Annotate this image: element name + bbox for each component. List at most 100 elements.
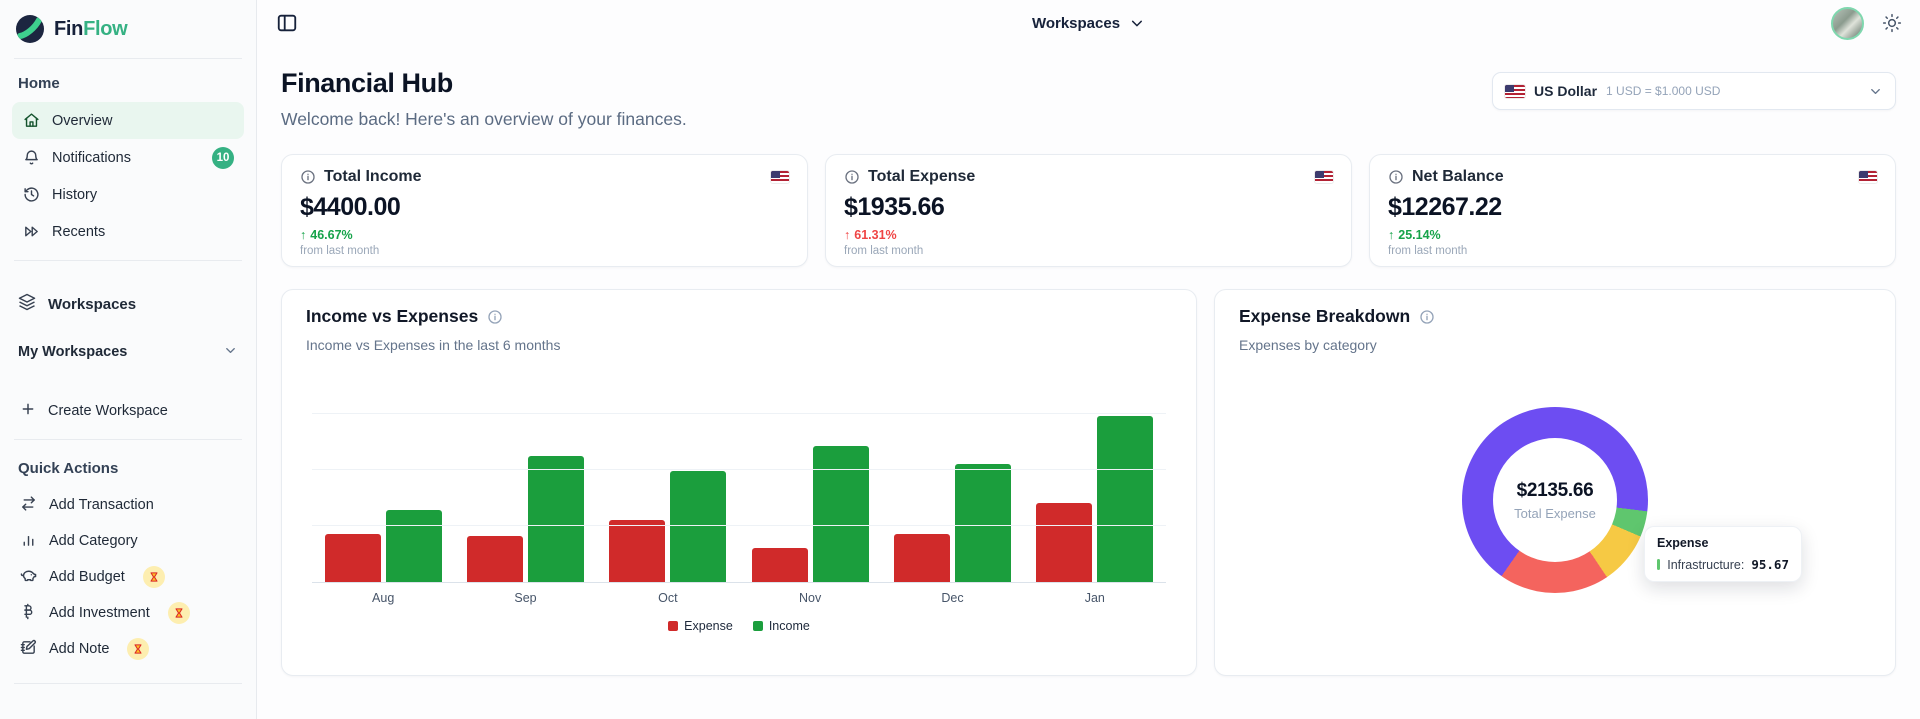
stat-delta: ↑61.31% — [844, 228, 1333, 242]
sidebar-item-notifications[interactable]: Notifications 10 — [12, 139, 244, 176]
bar-income-dec[interactable] — [955, 464, 1011, 582]
x-axis-label: Sep — [454, 591, 596, 605]
swap-arrows-icon — [20, 495, 37, 516]
divider — [14, 58, 242, 59]
sidebar-item-label: Recents — [52, 224, 105, 240]
piggy-bank-icon — [20, 567, 37, 588]
stat-note: from last month — [300, 245, 789, 257]
info-icon[interactable] — [1419, 309, 1435, 325]
my-workspaces-label: My Workspaces — [18, 344, 127, 360]
stat-delta: ↑46.67% — [300, 228, 789, 242]
us-flag-icon — [771, 171, 789, 183]
tooltip-title: Expense — [1657, 536, 1789, 550]
sidebar-section-quick-actions: Quick Actions — [18, 460, 238, 477]
sidebar-item-label: Workspaces — [48, 296, 136, 313]
sun-theme-icon[interactable] — [1882, 13, 1902, 33]
chart-subtitle: Income vs Expenses in the last 6 months — [306, 337, 1172, 353]
quick-action-add-note[interactable]: Add Note — [12, 631, 244, 667]
quick-action-label: Add Category — [49, 533, 138, 549]
stat-value: $4400.00 — [300, 193, 789, 222]
donut-chart: $2135.66 Total Expense Expense Infrastru… — [1462, 407, 1648, 593]
bar-expense-oct[interactable] — [609, 520, 665, 582]
quick-action-add-budget[interactable]: Add Budget — [12, 559, 244, 595]
stat-title: Net Balance — [1412, 168, 1504, 186]
sidebar-item-recents[interactable]: Recents — [12, 213, 244, 250]
stat-card-total-income[interactable]: Total Income $4400.00 ↑46.67% from last … — [281, 154, 808, 267]
pending-hourglass-icon — [127, 638, 149, 660]
info-icon[interactable] — [487, 309, 503, 325]
notifications-badge: 10 — [212, 147, 234, 169]
charts-row: Income vs Expenses Income vs Expenses in… — [281, 289, 1896, 676]
tooltip-label: Infrastructure: — [1667, 558, 1744, 572]
x-axis-labels: AugSepOctNovDecJan — [312, 591, 1166, 605]
bar-income-aug[interactable] — [386, 510, 442, 582]
create-workspace-label: Create Workspace — [48, 403, 168, 419]
tooltip-value: 95.67 — [1751, 557, 1789, 572]
divider — [14, 683, 242, 684]
home-icon — [22, 112, 40, 130]
x-axis-label: Dec — [881, 591, 1023, 605]
bar-income-nov[interactable] — [813, 446, 869, 582]
bar-expense-dec[interactable] — [894, 534, 950, 582]
sidebar-item-workspaces[interactable]: Workspaces — [12, 285, 244, 323]
create-workspace-button[interactable]: Create Workspace — [12, 393, 244, 429]
x-axis-label: Jan — [1024, 591, 1166, 605]
pending-hourglass-icon — [168, 602, 190, 624]
chevron-down-icon — [1868, 84, 1883, 99]
us-flag-icon — [1315, 171, 1333, 183]
sidebar-item-label: Overview — [52, 113, 112, 129]
legend-item-expense[interactable]: Expense — [668, 619, 733, 633]
bar-expense-nov[interactable] — [752, 548, 808, 582]
legend-swatch — [668, 621, 678, 631]
expense-breakdown-card: Expense Breakdown Expenses by category $… — [1214, 289, 1896, 676]
brand-name: FinFlow — [54, 18, 127, 41]
bar-expense-aug[interactable] — [325, 534, 381, 582]
my-workspaces-header[interactable]: My Workspaces — [12, 335, 244, 369]
donut-total-value: $2135.66 — [1517, 480, 1594, 502]
currency-select[interactable]: US Dollar 1 USD = $1.000 USD — [1492, 72, 1896, 110]
page-subtitle: Welcome back! Here's an overview of your… — [281, 109, 687, 130]
chart-title: Expense Breakdown — [1239, 306, 1410, 327]
stat-title: Total Income — [324, 168, 422, 186]
stat-card-net-balance[interactable]: Net Balance $12267.22 ↑25.14% from last … — [1369, 154, 1896, 267]
stat-value: $1935.66 — [844, 193, 1333, 222]
chart-title: Income vs Expenses — [306, 306, 478, 327]
sidebar-item-label: History — [52, 187, 97, 203]
history-icon — [22, 186, 40, 204]
arrow-up-icon: ↑ — [300, 228, 306, 242]
layers-icon — [18, 293, 36, 315]
stat-delta: ↑25.14% — [1388, 228, 1877, 242]
bar-expense-sep[interactable] — [467, 536, 523, 582]
bar-income-sep[interactable] — [528, 456, 584, 582]
bar-income-oct[interactable] — [670, 471, 726, 582]
currency-name: US Dollar — [1534, 83, 1597, 99]
bar-expense-jan[interactable] — [1036, 503, 1092, 582]
chevron-down-icon — [223, 343, 238, 362]
quick-action-add-transaction[interactable]: Add Transaction — [12, 487, 244, 523]
currency-rate: 1 USD = $1.000 USD — [1606, 84, 1720, 98]
plus-icon — [20, 401, 36, 421]
info-icon — [844, 169, 860, 185]
chevron-down-icon — [1128, 15, 1145, 32]
page-content: Financial Hub Welcome back! Here's an ov… — [257, 46, 1920, 676]
stat-card-total-expense[interactable]: Total Expense $1935.66 ↑61.31% from last… — [825, 154, 1352, 267]
donut-total-label: Total Expense — [1514, 506, 1596, 521]
quick-action-label: Add Note — [49, 641, 109, 657]
user-avatar[interactable] — [1831, 7, 1864, 40]
tooltip-swatch — [1657, 559, 1660, 570]
brand-logo[interactable]: FinFlow — [12, 0, 244, 58]
income-vs-expenses-card: Income vs Expenses Income vs Expenses in… — [281, 289, 1197, 676]
workspaces-dropdown[interactable]: Workspaces — [1032, 15, 1145, 32]
quick-action-add-category[interactable]: Add Category — [12, 523, 244, 559]
pending-hourglass-icon — [143, 566, 165, 588]
sidebar-toggle-button[interactable] — [275, 11, 299, 35]
sidebar-item-history[interactable]: History — [12, 176, 244, 213]
quick-action-label: Add Investment — [49, 605, 150, 621]
quick-action-add-investment[interactable]: Add Investment — [12, 595, 244, 631]
legend-item-income[interactable]: Income — [753, 619, 810, 633]
us-flag-icon — [1859, 171, 1877, 183]
sidebar-item-overview[interactable]: Overview — [12, 102, 244, 139]
arrow-up-icon: ↑ — [1388, 228, 1394, 242]
bar-income-jan[interactable] — [1097, 416, 1153, 582]
stat-note: from last month — [844, 245, 1333, 257]
